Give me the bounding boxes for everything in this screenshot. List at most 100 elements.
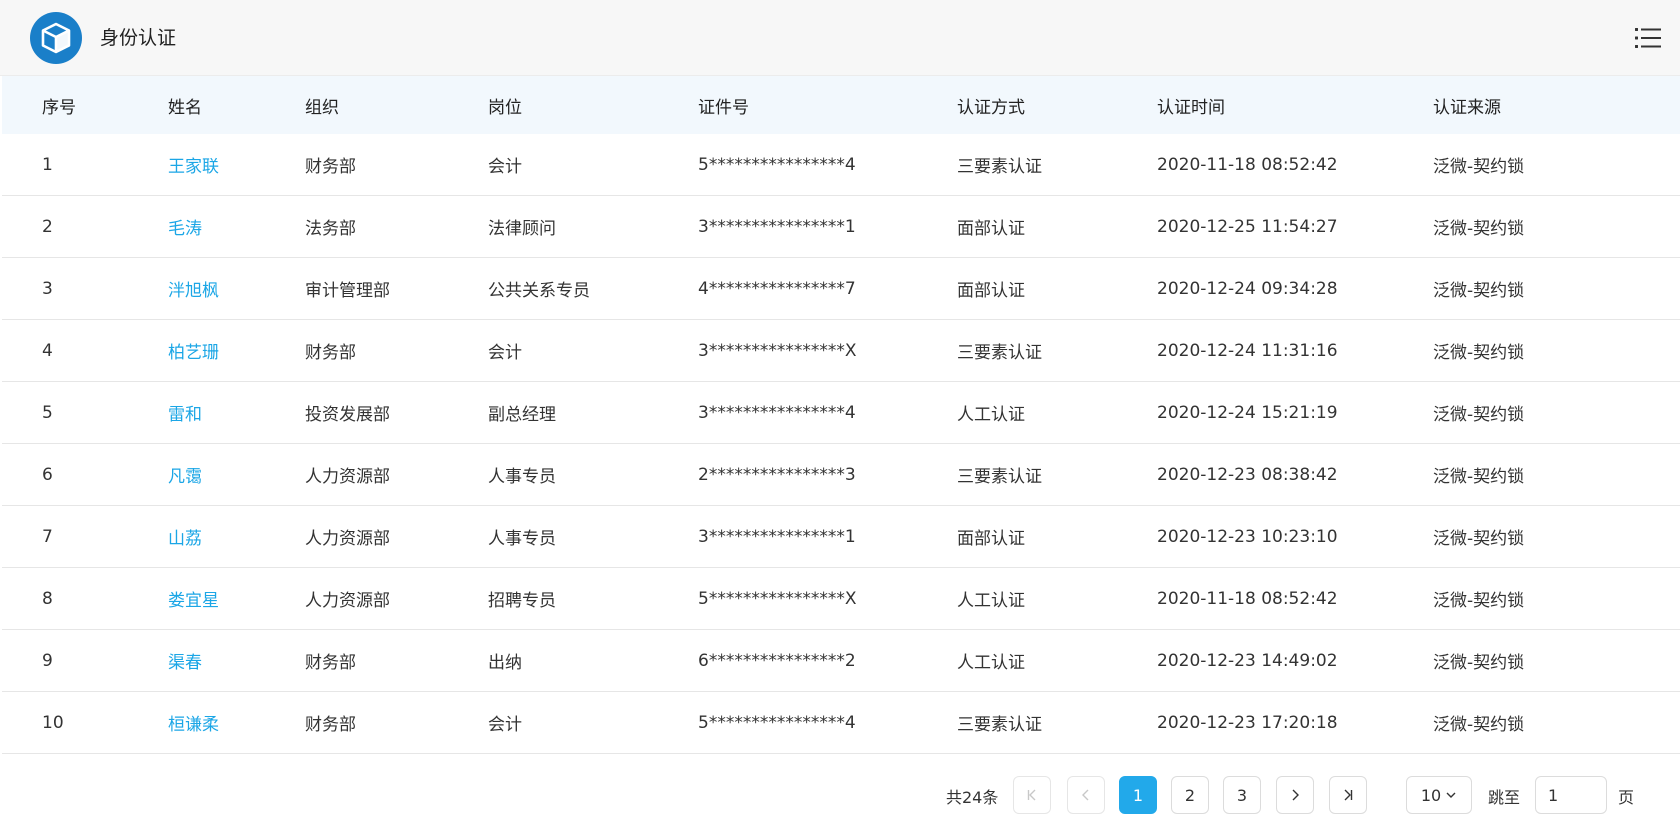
cell-source: 泛微-契约锁 [1433,715,1525,735]
column-header-index: 序号 [42,97,76,118]
identity-auth-page: 身份认证 序号 姓名 组织 岗位 证件号 认证方式 认证时间 认证来源 1 王家联… [0,0,1680,840]
cell-org: 人力资源部 [305,529,390,549]
cell-name-link[interactable]: 王家联 [168,134,219,195]
cell-org: 财务部 [305,157,356,177]
cell-index: 3 [42,278,53,299]
cell-source: 泛微-契约锁 [1433,219,1525,239]
cell-index: 9 [42,650,53,671]
goto-label: 跳至 [1488,788,1521,807]
cell-index: 2 [42,216,53,237]
cell-method: 三要素认证 [957,467,1042,487]
cell-time: 2020-11-18 08:52:42 [1157,588,1338,609]
cell-source: 泛微-契约锁 [1433,343,1525,363]
cell-id-number: 3****************4 [698,402,856,423]
cell-time: 2020-12-24 09:34:28 [1157,278,1338,299]
cell-method: 人工认证 [957,591,1025,611]
cell-method: 面部认证 [957,281,1025,301]
table-row: 3 泮旭枫 审计管理部 公共关系专员 4****************7 面部认证 202… [2,258,1680,320]
total-count: 共24条 [946,788,999,807]
next-page-button[interactable] [1276,776,1314,814]
first-page-icon [1027,789,1036,801]
cell-id-number: 5****************4 [698,712,856,733]
cell-time: 2020-12-25 11:54:27 [1157,216,1338,237]
column-header-id-number: 证件号 [698,97,749,118]
cell-id-number: 3****************1 [698,526,856,547]
cell-index: 1 [42,154,53,175]
page-button-2[interactable]: 2 [1171,776,1209,814]
cell-id-number: 5****************X [698,588,857,609]
list-menu-icon[interactable] [1632,22,1664,54]
cell-org: 财务部 [305,715,356,735]
column-header-position: 岗位 [488,97,522,118]
column-header-name: 姓名 [168,97,202,118]
cell-name-link[interactable]: 柏艺珊 [168,320,219,381]
cell-org: 人力资源部 [305,591,390,611]
cell-index: 10 [42,712,64,733]
cell-method: 人工认证 [957,405,1025,425]
cell-name-link[interactable]: 渠春 [168,630,202,691]
cell-id-number: 5****************4 [698,154,856,175]
cell-id-number: 3****************1 [698,216,856,237]
cell-name-link[interactable]: 泮旭枫 [168,258,219,319]
cell-position: 公共关系专员 [488,281,590,301]
cell-source: 泛微-契约锁 [1433,467,1525,487]
cell-org: 人力资源部 [305,467,390,487]
cell-position: 人事专员 [488,529,556,549]
prev-page-button[interactable] [1067,776,1105,814]
cell-id-number: 2****************3 [698,464,856,485]
table-row: 7 山荔 人力资源部 人事专员 3****************1 面部认证 2020-1… [2,506,1680,568]
auth-records-table: 序号 姓名 组织 岗位 证件号 认证方式 认证时间 认证来源 1 王家联 财务部 会计… [2,76,1680,754]
cell-index: 5 [42,402,53,423]
table-header: 序号 姓名 组织 岗位 证件号 认证方式 认证时间 认证来源 [2,76,1680,134]
goto-page-input[interactable] [1535,776,1607,814]
cell-method: 三要素认证 [957,343,1042,363]
table-body: 1 王家联 财务部 会计 5****************4 三要素认证 2020-11-… [2,134,1680,754]
page-size-select[interactable]: 10 [1406,776,1472,814]
column-header-time: 认证时间 [1157,97,1225,118]
cell-name-link[interactable]: 凡霭 [168,444,202,505]
cell-name-link[interactable]: 毛涛 [168,196,202,257]
cell-id-number: 6****************2 [698,650,856,671]
header-bar: 身份认证 [0,0,1680,76]
table-row: 4 柏艺珊 财务部 会计 3****************X 三要素认证 2020-12-… [2,320,1680,382]
cell-name-link[interactable]: 雷和 [168,382,202,443]
cell-method: 人工认证 [957,653,1025,673]
cell-source: 泛微-契约锁 [1433,653,1525,673]
table-row: 1 王家联 财务部 会计 5****************4 三要素认证 2020-11-… [2,134,1680,196]
cell-index: 4 [42,340,53,361]
cell-org: 法务部 [305,219,356,239]
cell-org: 财务部 [305,653,356,673]
page-button-1[interactable]: 1 [1119,776,1157,814]
column-header-org: 组织 [305,97,339,118]
cell-position: 人事专员 [488,467,556,487]
chevron-down-icon [1446,792,1456,798]
cell-source: 泛微-契约锁 [1433,529,1525,549]
cell-id-number: 3****************X [698,340,857,361]
cell-position: 出纳 [488,653,522,673]
page-suffix-label: 页 [1618,788,1635,807]
table-row: 6 凡霭 人力资源部 人事专员 2****************3 三要素认证 2020-… [2,444,1680,506]
cell-position: 法律顾问 [488,219,556,239]
cell-position: 会计 [488,343,522,363]
cell-index: 7 [42,526,53,547]
pagination: 共24条 1 2 3 10 跳至 1 页 [0,776,1680,816]
cell-name-link[interactable]: 桓谦柔 [168,692,219,753]
first-page-button[interactable] [1013,776,1051,814]
cell-name-link[interactable]: 娄宜星 [168,568,219,629]
cell-org: 财务部 [305,343,356,363]
cell-source: 泛微-契约锁 [1433,591,1525,611]
column-header-method: 认证方式 [957,97,1025,118]
last-page-button[interactable] [1329,776,1367,814]
table-row: 10 桓谦柔 财务部 会计 5****************4 三要素认证 2020-12… [2,692,1680,754]
cell-time: 2020-12-24 11:31:16 [1157,340,1338,361]
cell-source: 泛微-契约锁 [1433,281,1525,301]
page-button-3[interactable]: 3 [1223,776,1261,814]
cell-position: 会计 [488,715,522,735]
cell-time: 2020-12-24 15:21:19 [1157,402,1338,423]
last-page-icon [1344,789,1353,801]
cell-name-link[interactable]: 山荔 [168,506,202,567]
cell-method: 三要素认证 [957,715,1042,735]
cell-time: 2020-12-23 08:38:42 [1157,464,1338,485]
chevron-left-icon [1082,789,1089,801]
cell-time: 2020-12-23 14:49:02 [1157,650,1338,671]
